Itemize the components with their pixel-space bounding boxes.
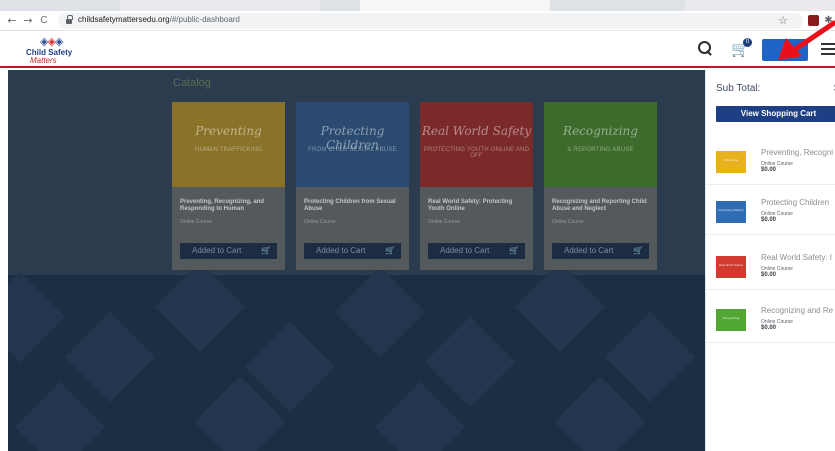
cart-icon: 🛒 (633, 246, 643, 255)
browser-toolbar: ← → C childsafetymattersedu.org/#/public… (0, 11, 835, 31)
url-text: childsafetymattersedu.org/#/public-dashb… (78, 15, 240, 24)
cart-item-thumbnail: Protecting Children (716, 201, 746, 223)
thumb-text: Real World Safety (718, 263, 744, 267)
cart-item-name[interactable]: Protecting Children (761, 198, 829, 207)
course-type: Online Course (304, 219, 336, 225)
course-type: Online Course (428, 219, 460, 225)
catalog-heading: Catalog (173, 77, 211, 89)
thumb-title: Recognizing (563, 124, 638, 138)
browser-tab[interactable] (120, 0, 320, 11)
course-title[interactable]: Recognizing and Reporting Child Abuse an… (552, 199, 652, 213)
account-button[interactable] (762, 39, 808, 61)
cart-side-panel: Sub Total: $ View Shopping Cart Preventi… (705, 70, 835, 451)
course-card[interactable]: Real World Safety PROTECTING YOUTH ONLIN… (420, 102, 533, 270)
cart-count-badge: 0 (743, 38, 752, 47)
background-pattern (8, 261, 705, 451)
catalog-overlay-area[interactable]: Catalog Preventing HUMAN TRAFFICKING Pre… (8, 70, 705, 451)
course-title[interactable]: Real World Safety: Protecting Youth Onli… (428, 199, 528, 213)
thumb-text: Recognizing (722, 316, 740, 320)
thumb-subtitle: & REPORTING ABUSE (567, 147, 634, 153)
cart-item-price: $0.00 (761, 325, 777, 331)
added-to-cart-button[interactable]: Added to Cart 🛒 (552, 243, 649, 259)
browser-tab-active[interactable] (360, 0, 550, 11)
thumb-text: Protecting Children (718, 208, 744, 212)
hamburger-menu-icon[interactable] (821, 42, 835, 56)
search-icon[interactable] (697, 40, 713, 56)
address-bar[interactable]: childsafetymattersedu.org/#/public-dashb… (58, 13, 803, 29)
cart-icon: 🛒 (509, 246, 519, 255)
cart-icon[interactable]: 🛒 0 (731, 38, 753, 59)
cart-item-price: $0.00 (761, 167, 777, 173)
logo-line2: Matters (30, 56, 57, 65)
course-title[interactable]: Protecting Children from Sexual Abuse (304, 199, 404, 213)
bookmark-star-icon[interactable]: ☆ (777, 14, 789, 28)
course-thumbnail: Real World Safety PROTECTING YOUTH ONLIN… (420, 102, 533, 187)
reload-button[interactable]: C (38, 14, 50, 28)
cart-item-name[interactable]: Real World Safety: I (761, 253, 832, 262)
cart-item-thumbnail: Preventing (716, 151, 746, 173)
url-path: /#/public-dashboard (169, 15, 240, 24)
site-header: ◈◈◈ Child Safety Matters 🛒 0 (0, 32, 835, 68)
button-label: Added to Cart (192, 246, 242, 255)
cart-item-price: $0.00 (761, 272, 777, 278)
cart-item-price: $0.00 (761, 217, 777, 223)
thumb-subtitle: HUMAN TRAFFICKING (195, 147, 262, 153)
logo-mark: ◈◈◈ (40, 35, 63, 48)
extensions-puzzle-icon[interactable]: ✱ (823, 15, 834, 26)
button-label: Added to Cart (316, 246, 366, 255)
added-to-cart-button[interactable]: Added to Cart 🛒 (304, 243, 401, 259)
forward-button[interactable]: → (22, 14, 34, 28)
course-card[interactable]: Protecting Children FROM CHILD SEXUAL AB… (296, 102, 409, 270)
course-title[interactable]: Preventing, Recognizing, and Responding … (180, 199, 280, 213)
cart-item[interactable]: Recognizing Recognizing and Re Online Co… (706, 293, 835, 343)
cart-item[interactable]: Real World Safety Real World Safety: I O… (706, 240, 835, 290)
course-type: Online Course (180, 219, 212, 225)
cart-icon: 🛒 (261, 246, 271, 255)
cart-item-name[interactable]: Preventing, Recogni (761, 148, 833, 157)
course-card[interactable]: Preventing HUMAN TRAFFICKING Preventing,… (172, 102, 285, 270)
browser-tab-strip (0, 0, 835, 11)
thumb-subtitle: PROTECTING YOUTH ONLINE AND OFF (423, 147, 530, 159)
site-logo[interactable]: ◈◈◈ Child Safety Matters (26, 35, 80, 66)
button-label: Added to Cart (564, 246, 614, 255)
subtotal-label: Sub Total: (716, 83, 761, 94)
cart-icon: 🛒 (385, 246, 395, 255)
cart-item[interactable]: Protecting Children Protecting Children … (706, 185, 835, 235)
lock-icon (66, 15, 73, 24)
course-thumbnail: Protecting Children FROM CHILD SEXUAL AB… (296, 102, 409, 187)
button-label: Added to Cart (440, 246, 490, 255)
course-thumbnail: Recognizing & REPORTING ABUSE (544, 102, 657, 187)
view-shopping-cart-button[interactable]: View Shopping Cart (716, 106, 835, 122)
course-type: Online Course (552, 219, 584, 225)
cart-item-name[interactable]: Recognizing and Re (761, 306, 833, 315)
cart-item-thumbnail: Recognizing (716, 309, 746, 331)
thumb-text: Preventing (723, 158, 739, 162)
thumb-subtitle: FROM CHILD SEXUAL ABUSE (308, 147, 397, 153)
added-to-cart-button[interactable]: Added to Cart 🛒 (428, 243, 525, 259)
course-thumbnail: Preventing HUMAN TRAFFICKING (172, 102, 285, 187)
pdf-extension-icon[interactable] (808, 15, 819, 26)
course-card[interactable]: Recognizing & REPORTING ABUSE Recognizin… (544, 102, 657, 270)
added-to-cart-button[interactable]: Added to Cart 🛒 (180, 243, 277, 259)
thumb-title: Preventing (195, 124, 262, 138)
browser-tab[interactable] (685, 0, 835, 11)
url-host: childsafetymattersedu.org (78, 15, 170, 24)
cart-item[interactable]: Preventing Preventing, Recogni Online Co… (706, 135, 835, 185)
back-button[interactable]: ← (6, 14, 18, 28)
thumb-title: Real World Safety (421, 124, 532, 138)
cart-item-thumbnail: Real World Safety (716, 256, 746, 278)
